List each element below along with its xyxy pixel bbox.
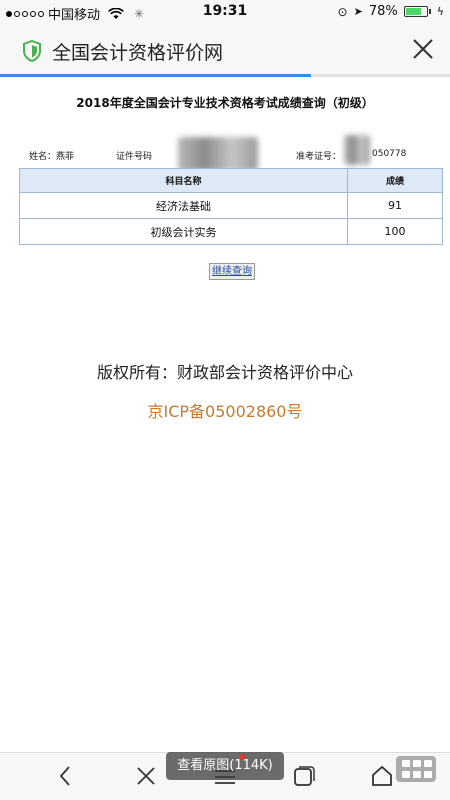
notification-dot: [239, 754, 245, 760]
battery-icon: [403, 6, 431, 17]
close-icon[interactable]: [410, 36, 436, 62]
rotation-lock-icon: ⊙: [337, 4, 348, 19]
score-table: 科目名称 成绩 经济法基础 91 初级会计实务 100: [19, 168, 443, 245]
page-load-progress: [0, 74, 450, 77]
home-icon[interactable]: [370, 765, 394, 787]
copyright-text: 版权所有：财政部会计资格评价中心: [96, 363, 353, 382]
score-cell: 100: [347, 218, 443, 245]
close-tab-icon[interactable]: [136, 765, 156, 787]
column-header-score: 成绩: [347, 168, 443, 193]
score-cell: 91: [347, 192, 443, 219]
tabs-icon[interactable]: [293, 765, 315, 787]
admission-value: 050778: [372, 149, 407, 159]
table-row: 初级会计实务 100: [19, 218, 443, 245]
location-arrow-icon: ➤: [353, 5, 363, 18]
grid-view-icon[interactable]: [396, 756, 436, 782]
battery-percent: 78%: [368, 4, 398, 19]
shield-icon: [23, 40, 41, 62]
id-redaction: [178, 137, 258, 171]
page-load-progress-fill: [0, 74, 311, 77]
admission-redaction: [344, 135, 370, 165]
subject-cell: 经济法基础: [19, 192, 348, 219]
name-label: 姓名：: [29, 152, 57, 162]
icp-license-link[interactable]: 京ICP备05002860号: [0, 398, 450, 422]
table-header-row: 科目名称 成绩: [19, 168, 443, 193]
report-title: 2018年度全国会计专业技术资格考试成绩查询（初级）: [76, 96, 374, 110]
subject-cell: 初级会计实务: [19, 218, 348, 245]
column-header-subject: 科目名称: [19, 168, 348, 193]
browser-title-bar: 全国会计资格评价网: [0, 24, 450, 77]
view-original-image-button[interactable]: 查看原图(114K): [166, 752, 284, 780]
status-right: ⊙ ➤ 78% ϟ: [338, 4, 444, 19]
table-row: 经济法基础 91: [19, 192, 443, 219]
back-icon[interactable]: [58, 765, 72, 787]
site-title: 全国会计资格评价网: [52, 42, 224, 64]
candidate-info-row: 姓名： 燕菲 证件号码 准考证号： 050778: [0, 135, 450, 171]
name-value: 燕菲: [56, 152, 75, 162]
charging-icon: ϟ: [436, 5, 444, 18]
admission-label: 准考证号：: [296, 152, 342, 162]
continue-query-button[interactable]: 继续查询: [209, 263, 255, 280]
id-label: 证件号码: [116, 152, 153, 162]
status-bar: 中国移动 ✳ 19:31 ⊙ ➤ 78% ϟ: [0, 0, 450, 24]
